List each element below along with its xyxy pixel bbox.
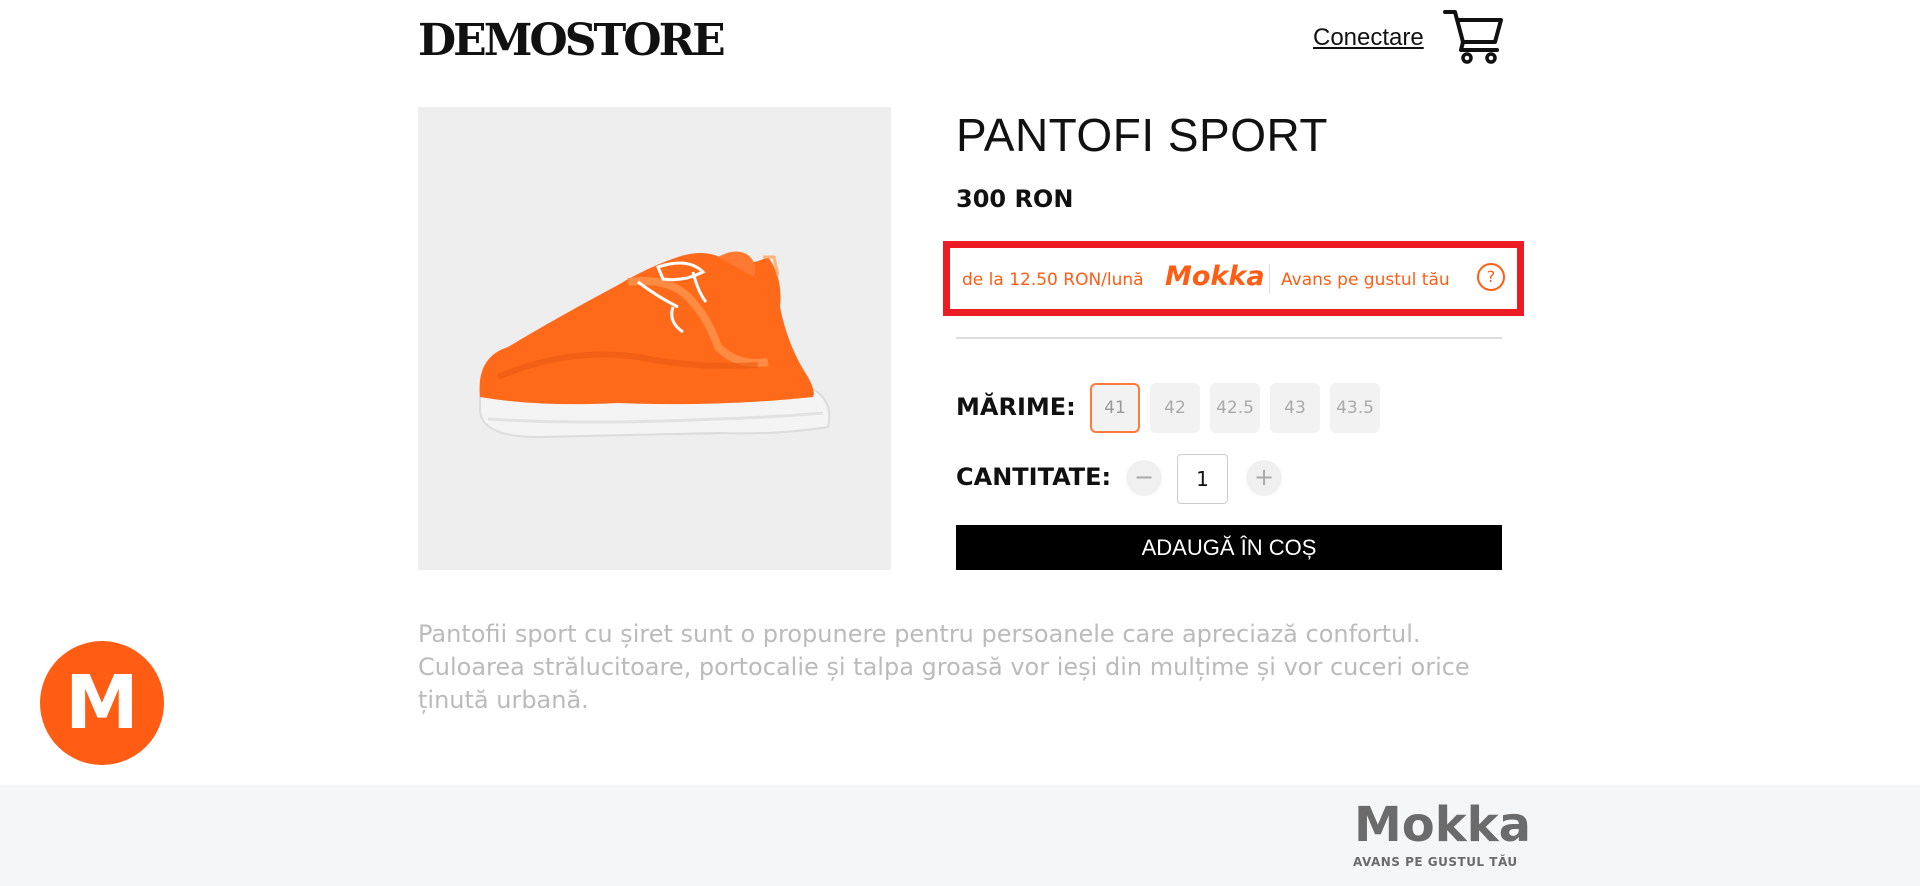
mokka-installment-text: de la 12.50 RON/lună [962,270,1144,290]
size-label: MĂRIME: [956,393,1076,421]
product-image [418,107,891,570]
product-title: PANTOFI SPORT [956,109,1329,161]
add-to-cart-button[interactable]: ADAUGĂ ÎN COȘ [956,525,1502,570]
shopping-cart-icon[interactable] [1443,8,1505,64]
quantity-label: CANTITATE: [956,463,1112,491]
footer-tagline: AVANS PE GUSTUL TĂU [1353,855,1518,869]
footer: Mokka AVANS PE GUSTUL TĂU [0,785,1920,886]
mokka-tagline: Avans pe gustul tău [1281,270,1450,290]
orange-sneaker-image [478,251,831,439]
quantity-input[interactable] [1177,454,1228,504]
login-link[interactable]: Conectare [1313,24,1424,52]
mokka-logo: Mokka [1165,261,1265,292]
size-option-42-5[interactable]: 42.5 [1210,383,1260,433]
help-icon[interactable]: ? [1477,263,1505,291]
size-option-43[interactable]: 43 [1270,383,1320,433]
size-option-43-5[interactable]: 43.5 [1330,383,1380,433]
mokka-floating-button[interactable]: M [40,641,164,765]
mokka-m-icon: M [65,660,139,746]
product-description: Pantofii sport cu șiret sunt o propunere… [418,620,1470,714]
size-options: 41 42 42.5 43 43.5 [1090,383,1380,433]
store-logo[interactable]: DEMOSTORE [418,14,726,68]
size-option-41[interactable]: 41 [1090,383,1140,433]
quantity-increase-button[interactable]: + [1246,460,1282,496]
mokka-divider [1269,264,1270,294]
mokka-installment-widget[interactable]: de la 12.50 RON/lună Mokka Avans pe gust… [943,241,1524,316]
divider [956,337,1502,339]
quantity-decrease-button[interactable]: − [1126,460,1162,496]
size-option-42[interactable]: 42 [1150,383,1200,433]
footer-mokka-logo: Mokka [1354,797,1531,853]
product-price: 300 RON [956,185,1074,213]
